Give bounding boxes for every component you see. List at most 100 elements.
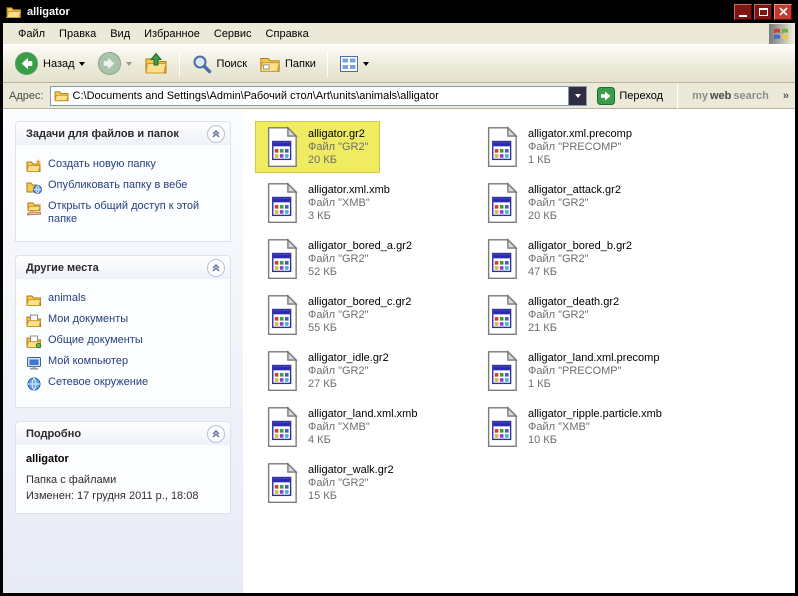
menu-bar: Файл Правка Вид Избранное Сервис Справка xyxy=(3,23,795,45)
address-separator xyxy=(677,82,679,109)
search-label: Поиск xyxy=(216,57,248,70)
place-my-documents[interactable]: Мои документы xyxy=(26,313,222,329)
place-label: animals xyxy=(48,292,86,304)
file-size: 15 КБ xyxy=(308,489,337,502)
file-list-area: alligator.gr2 Файл "GR2" 20 КБ alligator… xyxy=(243,109,795,593)
mywebsearch-button[interactable]: my web search xyxy=(688,90,773,102)
go-icon xyxy=(597,86,616,105)
place-my-computer[interactable]: Мой компьютер xyxy=(26,355,222,371)
file-tile[interactable]: alligator_walk.gr2 Файл "GR2" 15 КБ xyxy=(255,457,405,509)
minimize-button[interactable] xyxy=(734,3,752,20)
forward-history-caret-icon xyxy=(125,61,132,66)
address-dropdown-button[interactable] xyxy=(568,86,587,105)
menu-item-edit[interactable]: Правка xyxy=(52,25,103,43)
address-folder-icon xyxy=(53,91,69,102)
file-tile[interactable]: alligator_idle.gr2 Файл "GR2" 27 КБ xyxy=(255,345,400,397)
file-tile[interactable]: alligator.xml.precomp Файл "PRECOMP" 1 К… xyxy=(475,121,643,173)
file-name: alligator_ripple.particle.xmb xyxy=(528,407,662,420)
file-grid: alligator.gr2 Файл "GR2" 20 КБ alligator… xyxy=(255,121,795,513)
maximize-button[interactable] xyxy=(754,3,772,20)
file-type: Файл "GR2" xyxy=(528,252,589,265)
mywebsearch-search: search xyxy=(733,89,769,102)
up-button[interactable] xyxy=(139,49,173,79)
file-tile[interactable]: alligator.xml.xmb Файл "XMB" 3 КБ xyxy=(255,177,401,229)
file-name: alligator_bored_a.gr2 xyxy=(308,239,412,252)
mywebsearch-my: my xyxy=(692,89,708,102)
task-publish-folder-to-web[interactable]: Опубликовать папку в вебе xyxy=(26,179,222,195)
back-icon xyxy=(14,51,39,76)
forward-icon xyxy=(97,51,121,76)
search-icon xyxy=(193,55,211,73)
file-tile[interactable]: alligator_ripple.particle.xmb Файл "XMB"… xyxy=(475,401,673,453)
views-button[interactable] xyxy=(334,51,374,77)
go-button[interactable]: Переход xyxy=(593,85,667,107)
file-icon xyxy=(487,182,518,223)
pane-details-header[interactable]: Подробно xyxy=(15,421,231,445)
pane-collapse-button[interactable] xyxy=(207,258,225,277)
window-folder-icon[interactable] xyxy=(6,4,22,20)
place-animals[interactable]: animals xyxy=(26,292,222,308)
pane-file-tasks: Задачи для файлов и папок Создать новую … xyxy=(15,121,231,242)
file-type: Файл "PRECOMP" xyxy=(528,364,622,377)
file-tile[interactable]: alligator_land.xml.precomp Файл "PRECOMP… xyxy=(475,345,670,397)
details-modified: Изменен: 17 грудня 2011 р., 18:08 xyxy=(26,490,199,502)
file-type: Файл "GR2" xyxy=(308,364,369,377)
menu-item-view[interactable]: Вид xyxy=(103,25,137,43)
search-button[interactable]: Поиск xyxy=(186,50,252,78)
file-icon xyxy=(267,350,298,391)
place-network[interactable]: Сетевое окружение xyxy=(26,376,222,392)
close-icon xyxy=(778,7,788,16)
file-size: 1 КБ xyxy=(528,377,551,390)
file-type: Файл "GR2" xyxy=(308,308,369,321)
menu-item-file[interactable]: Файл xyxy=(11,25,52,43)
toolbar-overflow-chevron[interactable]: » xyxy=(783,90,789,102)
pane-other-places-header[interactable]: Другие места xyxy=(15,255,231,279)
file-size: 4 КБ xyxy=(308,433,331,446)
file-type: Файл "PRECOMP" xyxy=(528,140,622,153)
place-shared-documents[interactable]: Общие документы xyxy=(26,334,222,350)
file-tile[interactable]: alligator_bored_c.gr2 Файл "GR2" 55 КБ xyxy=(255,289,422,341)
chevron-up-icon xyxy=(212,129,220,137)
file-icon xyxy=(487,350,518,391)
file-tile[interactable]: alligator.gr2 Файл "GR2" 20 КБ xyxy=(255,121,380,173)
file-tile[interactable]: alligator_land.xml.xmb Файл "XMB" 4 КБ xyxy=(255,401,428,453)
file-tile[interactable]: alligator_bored_a.gr2 Файл "GR2" 52 КБ xyxy=(255,233,423,285)
file-icon xyxy=(267,182,298,223)
back-label: Назад xyxy=(43,57,75,70)
address-path: C:\Documents and Settings\Admin\Рабочий … xyxy=(72,89,439,102)
pane-file-tasks-header[interactable]: Задачи для файлов и папок xyxy=(15,121,231,145)
file-name: alligator_land.xml.xmb xyxy=(308,407,418,420)
close-button[interactable] xyxy=(774,3,792,20)
file-icon xyxy=(267,238,298,279)
folders-button[interactable]: Папки xyxy=(254,50,321,78)
menu-item-tools[interactable]: Сервис xyxy=(207,25,259,43)
menu-item-help[interactable]: Справка xyxy=(259,25,316,43)
share-folder-icon xyxy=(26,200,42,216)
task-create-new-folder[interactable]: Создать новую папку xyxy=(26,158,222,174)
pane-title: Задачи для файлов и папок xyxy=(26,127,179,140)
file-name: alligator_land.xml.precomp xyxy=(528,351,660,364)
file-name: alligator.xml.precomp xyxy=(528,127,632,140)
file-size: 52 КБ xyxy=(308,265,337,278)
back-button[interactable]: Назад xyxy=(9,48,90,79)
address-input[interactable]: C:\Documents and Settings\Admin\Рабочий … xyxy=(49,85,588,106)
file-size: 27 КБ xyxy=(308,377,337,390)
address-label: Адрес: xyxy=(9,89,44,102)
file-name: alligator_death.gr2 xyxy=(528,295,620,308)
pane-collapse-button[interactable] xyxy=(207,124,225,143)
file-tile[interactable]: alligator_attack.gr2 Файл "GR2" 20 КБ xyxy=(475,177,632,229)
new-folder-icon xyxy=(26,158,42,174)
task-pane-sidebar: Задачи для файлов и папок Создать новую … xyxy=(3,109,243,593)
file-tile[interactable]: alligator_bored_b.gr2 Файл "GR2" 47 КБ xyxy=(475,233,643,285)
toolbar: Назад Поиск Папки xyxy=(3,45,795,83)
pane-collapse-button[interactable] xyxy=(207,424,225,443)
shared-documents-icon xyxy=(26,334,42,350)
menu-item-favorites[interactable]: Избранное xyxy=(137,25,207,43)
file-tile[interactable]: alligator_death.gr2 Файл "GR2" 21 КБ xyxy=(475,289,630,341)
back-history-caret-icon[interactable] xyxy=(78,61,85,66)
file-icon xyxy=(267,294,298,335)
file-icon xyxy=(487,294,518,335)
forward-button[interactable] xyxy=(92,48,137,79)
task-share-this-folder[interactable]: Открыть общий доступ к этой папке xyxy=(26,200,222,226)
views-caret-icon xyxy=(362,61,369,66)
